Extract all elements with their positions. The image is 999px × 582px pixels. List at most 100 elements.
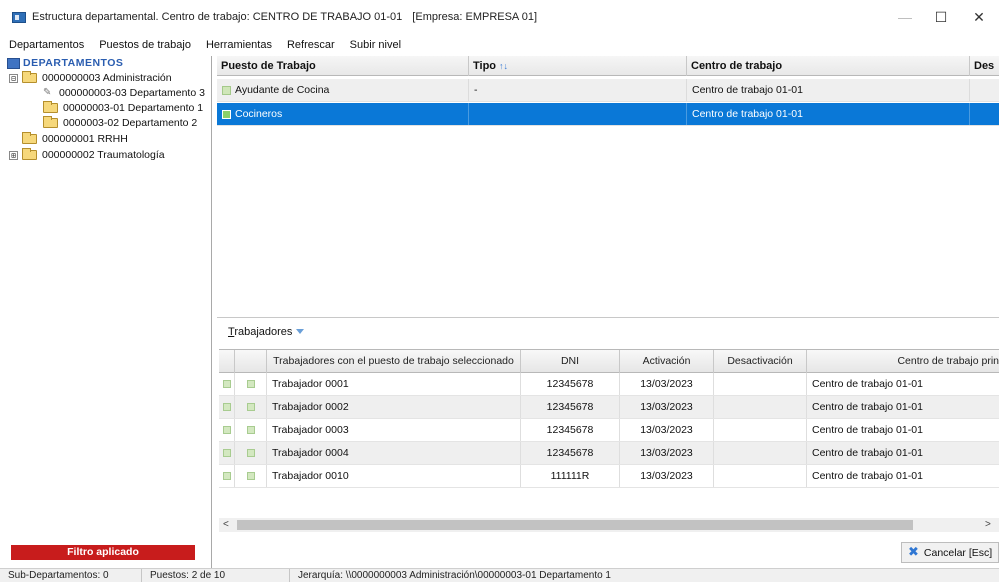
menu-subir-nivel[interactable]: Subir nivel	[341, 37, 407, 53]
expand-icon[interactable]: ⊞	[9, 150, 18, 160]
maximize-button[interactable]: ☐	[922, 0, 960, 34]
column-header-tipo[interactable]: Tipo ↑↓	[469, 56, 687, 76]
cell-activacion: 13/03/2023	[620, 465, 714, 487]
cell-centro-principal: Centro de trabajo 01-01	[812, 401, 923, 413]
window-empresa: [Empresa: EMPRESA 01]	[412, 11, 538, 23]
cancel-label: Cancelar [Esc]	[923, 546, 993, 559]
filter-applied-badge: Filtro aplicado	[11, 545, 195, 560]
row-check[interactable]	[219, 373, 235, 395]
cell-activacion: 13/03/2023	[620, 373, 714, 395]
cell-dni: 12345678	[521, 373, 620, 395]
close-button[interactable]: ✕	[960, 0, 998, 34]
column-header-centro[interactable]: Centro de trabajo	[687, 56, 970, 76]
status-jerarquia: Jerarquía: \\0000000003 Administración\0…	[298, 570, 611, 581]
sort-icon[interactable]: ↑↓	[499, 61, 508, 71]
tree-node-label: 000000002 Traumatología	[42, 149, 165, 161]
table-row[interactable]: Ayudante de Cocina - Centro de trabajo 0…	[217, 79, 999, 102]
cell-centro-principal: Centro de trabajo 01-01	[812, 447, 923, 459]
column-header-check[interactable]	[219, 350, 235, 373]
cell-trabajador: Trabajador 0004	[267, 442, 521, 464]
cell-tipo	[469, 103, 687, 125]
column-header-dni[interactable]: DNI	[521, 350, 620, 373]
folder-icon	[22, 71, 37, 83]
cell-trabajador: Trabajador 0001	[267, 373, 521, 395]
column-header-descripcion[interactable]: Des	[970, 56, 999, 76]
cell-desactivacion	[714, 396, 807, 418]
cancel-button[interactable]: ✖ Cancelar [Esc]	[901, 542, 999, 563]
minimize-button[interactable]: —	[886, 0, 924, 34]
title-bar: Estructura departamental. Centro de trab…	[0, 0, 999, 34]
folder-icon	[43, 116, 58, 128]
trabajadores-grid[interactable]: Trabajadores con el puesto de trabajo se…	[219, 349, 999, 535]
scroll-right-icon[interactable]: >	[985, 518, 995, 532]
cell-dni: 12345678	[521, 396, 620, 418]
column-header-icon[interactable]	[235, 350, 267, 373]
column-header-trabajador[interactable]: Trabajadores con el puesto de trabajo se…	[267, 350, 521, 373]
table-row-selected[interactable]: Cocineros Centro de trabajo 01-01	[217, 103, 999, 126]
position-icon	[222, 85, 231, 95]
worker-icon	[235, 442, 267, 464]
pin-icon: ✎	[43, 87, 52, 98]
row-check[interactable]	[219, 442, 235, 464]
collapse-icon[interactable]: ⊟	[9, 73, 18, 83]
cell-tipo: -	[469, 79, 687, 101]
tree-node-departamento-1[interactable]: 00000003-01 Departamento 1	[43, 101, 203, 114]
worker-icon	[235, 465, 267, 487]
menu-refrescar[interactable]: Refrescar	[278, 37, 341, 53]
row-check[interactable]	[219, 396, 235, 418]
cell-trabajador: Trabajador 0003	[267, 419, 521, 441]
tree-node-administracion[interactable]: ⊟ 0000000003 Administración	[9, 71, 172, 84]
menu-departamentos[interactable]: Departamentos	[0, 37, 90, 53]
cell-centro-principal: Centro de trabajo 01-01	[812, 424, 923, 436]
menu-puestos-de-trabajo[interactable]: Puestos de trabajo	[90, 37, 197, 53]
tab-trabajadores[interactable]: Trabajadores	[228, 326, 292, 338]
row-check[interactable]	[219, 419, 235, 441]
folder-icon	[22, 148, 37, 160]
row-check[interactable]	[219, 465, 235, 487]
column-header-centro-principal[interactable]: Centro de trabajo prin	[807, 350, 999, 373]
cell-centro-principal: Centro de trabajo 01-01	[812, 470, 923, 482]
tree-node-departamento-3[interactable]: ✎ 000000003-03 Departamento 3	[43, 87, 205, 99]
table-row[interactable]: Trabajador 0001 12345678 13/03/2023 Cent…	[219, 373, 999, 396]
table-row[interactable]: Trabajador 0003 12345678 13/03/2023 Cent…	[219, 419, 999, 442]
puestos-grid[interactable]: Puesto de Trabajo Tipo ↑↓ Centro de traba…	[217, 56, 999, 318]
tree-node-rrhh[interactable]: 000000001 RRHH	[22, 132, 128, 145]
trabajadores-grid-header: Trabajadores con el puesto de trabajo se…	[219, 350, 999, 373]
tree-node-departamento-2[interactable]: 0000003-02 Departamento 2	[43, 116, 198, 129]
tree-node-traumatologia[interactable]: ⊞ 000000002 Traumatología	[9, 148, 165, 161]
cell-centro-principal: Centro de trabajo 01-01	[812, 378, 923, 390]
tree-node-label: 000000001 RRHH	[42, 133, 128, 145]
tree-node-label: 0000003-02 Departamento 2	[63, 117, 198, 129]
scrollbar-thumb[interactable]	[237, 520, 913, 530]
column-header-desactivacion[interactable]: Desactivación	[714, 350, 807, 373]
cell-desactivacion	[714, 465, 807, 487]
status-puestos: Puestos: 2 de 10	[142, 569, 290, 582]
table-row[interactable]: Trabajador 0010 111111R 13/03/2023 Centr…	[219, 465, 999, 488]
menu-herramientas[interactable]: Herramientas	[197, 37, 278, 53]
table-row[interactable]: Trabajador 0002 12345678 13/03/2023 Cent…	[219, 396, 999, 419]
cell-centro: Centro de trabajo 01-01	[687, 79, 970, 101]
cell-activacion: 13/03/2023	[620, 419, 714, 441]
cell-puesto: Cocineros	[217, 103, 469, 125]
cell-activacion: 13/03/2023	[620, 442, 714, 464]
tree-root[interactable]: DEPARTAMENTOS	[7, 57, 123, 69]
cell-dni: 12345678	[521, 442, 620, 464]
app-icon	[12, 11, 26, 23]
column-header-puesto[interactable]: Puesto de Trabajo	[217, 56, 469, 76]
departments-icon	[7, 57, 20, 69]
cell-desactivacion	[714, 442, 807, 464]
chevron-down-icon[interactable]	[296, 329, 304, 334]
column-header-activacion[interactable]: Activación	[620, 350, 714, 373]
department-tree[interactable]: DEPARTAMENTOS ⊟ 0000000003 Administració…	[5, 56, 212, 570]
menu-bar: Departamentos Puestos de trabajo Herrami…	[0, 37, 407, 53]
folder-icon	[22, 132, 37, 144]
close-icon: ✖	[908, 545, 919, 560]
table-row[interactable]: Trabajador 0004 12345678 13/03/2023 Cent…	[219, 442, 999, 465]
cell-desactivacion	[714, 419, 807, 441]
horizontal-scrollbar[interactable]: < >	[219, 518, 999, 532]
scroll-left-icon[interactable]: <	[223, 518, 233, 532]
worker-icon	[235, 419, 267, 441]
status-bar: Sub-Departamentos: 0 Puestos: 2 de 10 Je…	[0, 568, 999, 582]
folder-icon	[43, 101, 58, 113]
cell-trabajador: Trabajador 0002	[267, 396, 521, 418]
